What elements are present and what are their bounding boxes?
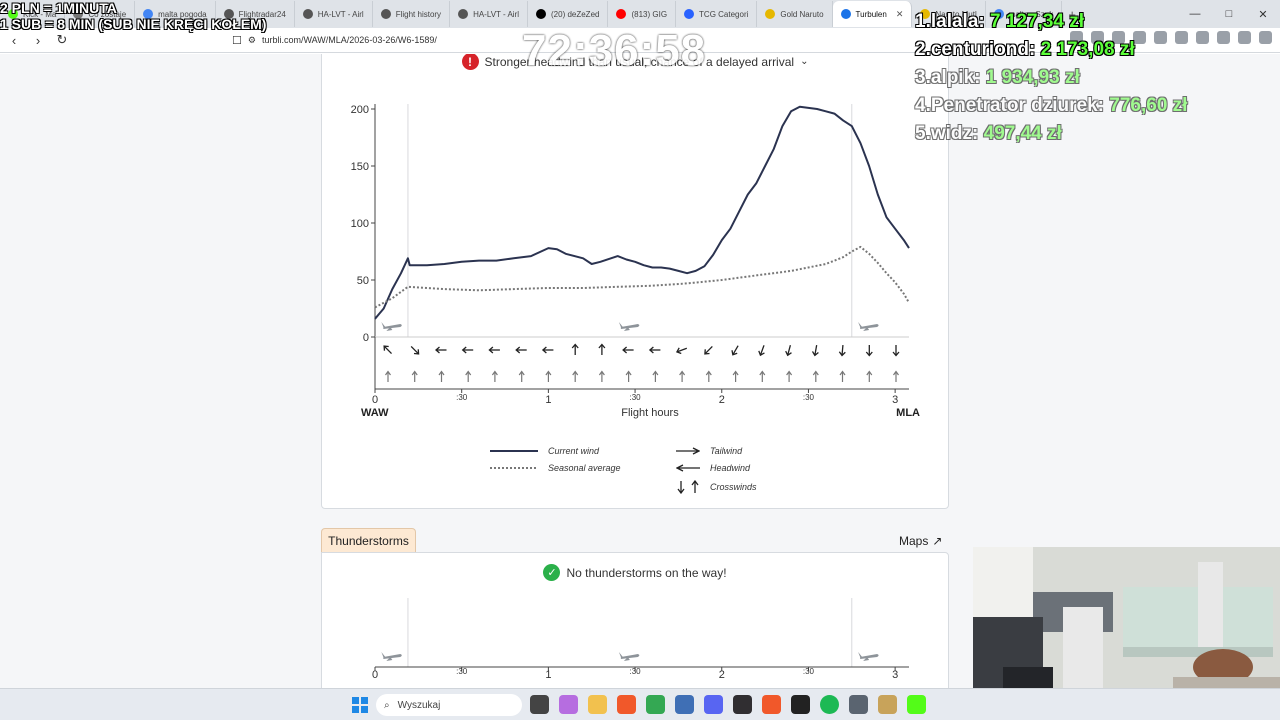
brave-icon[interactable] — [617, 695, 636, 714]
storm-x-tick-label: 0 — [372, 669, 378, 681]
leaderboard-amount: 776,60 zł — [1109, 95, 1188, 116]
menu-icon[interactable] — [1259, 31, 1272, 44]
plane-body — [620, 654, 640, 659]
storm-x-tick-label: 2 — [719, 669, 725, 681]
extension-icon[interactable] — [1238, 31, 1251, 44]
chrome-icon[interactable] — [646, 695, 665, 714]
taskbar-apps — [530, 695, 926, 714]
taskbar: ⌕ Wyszukaj — [0, 688, 1280, 720]
browser-tab[interactable]: HA-LVT - Airl — [295, 1, 373, 27]
tab-close-icon[interactable]: ✕ — [896, 9, 904, 20]
subathon-timer: 72:36:58 — [522, 26, 707, 75]
browser-tab-label: HA-LVT - Airl — [473, 9, 519, 19]
browser-tab[interactable]: HA-LVT - Airl — [450, 1, 528, 27]
browser-tab-label: HA-LVT - Airl — [317, 9, 364, 19]
browser-tab[interactable]: (813) GIG — [608, 1, 677, 27]
overlay-line-1: 2 PLN = 1MINUTA — [0, 0, 117, 16]
leaderboard-name: 2.centuriond: — [915, 39, 1041, 60]
donation-leaderboard: 1.lalala: 7 127,34 zł 2.centuriond: 2 173… — [915, 8, 1187, 148]
leaderboard-row: 5.widz: 497,44 zł — [915, 120, 1187, 148]
browser-tab-label: (813) GIG — [631, 9, 668, 19]
leaderboard-amount: 2 173,08 zł — [1040, 39, 1135, 60]
browser-tab-label: TCG Categori — [699, 9, 749, 19]
storm-x-tick-label: :30 — [803, 667, 815, 676]
browser-tab[interactable]: Turbulen ✕ — [832, 1, 913, 27]
browser-tab[interactable]: (20) deZeZed — [528, 1, 609, 27]
extension-icon[interactable] — [1217, 31, 1230, 44]
leaderboard-name: 1.lalala: — [915, 11, 990, 32]
browser-tab-label: (20) deZeZed — [551, 9, 600, 19]
tab-favicon-icon — [765, 9, 776, 19]
window-controls: — □ ✕ — [1178, 0, 1280, 28]
storm-x-tick-label: :30 — [630, 667, 642, 676]
leaderboard-amount: 497,44 zł — [983, 123, 1062, 144]
discord-icon[interactable] — [704, 695, 723, 714]
obs-icon[interactable] — [733, 695, 752, 714]
leaderboard-amount: 7 127,34 zł — [990, 11, 1085, 32]
taskbar-search-placeholder: Wyszukaj — [397, 699, 441, 711]
leaderboard-name: 3.alpik: — [915, 67, 986, 88]
bookmark-icon[interactable]: ☐ — [232, 34, 242, 47]
plane-body — [860, 654, 879, 659]
forward-icon[interactable]: › — [28, 30, 48, 50]
plane-body — [383, 654, 402, 659]
storm-x-tick-label: :30 — [456, 667, 468, 676]
arrival-plane-icon — [858, 652, 879, 661]
windows-start-icon[interactable] — [352, 697, 368, 713]
spotify-icon[interactable] — [820, 695, 839, 714]
leaderboard-row: 2.centuriond: 2 173,08 zł — [915, 36, 1187, 64]
taskbar-search[interactable]: ⌕ Wyszukaj — [376, 694, 522, 716]
tab-favicon-icon — [536, 9, 546, 19]
tab-favicon-icon — [302, 9, 313, 19]
calculator-icon[interactable] — [849, 695, 868, 714]
tab-favicon-icon — [840, 9, 851, 19]
site-info-icon[interactable]: ⚙ — [248, 35, 256, 46]
app-icon[interactable] — [878, 695, 897, 714]
storm-x-tick-label: 1 — [545, 669, 551, 681]
reload-icon[interactable]: ↻ — [52, 30, 72, 50]
copilot-icon[interactable] — [559, 695, 578, 714]
leaderboard-row: 3.alpik: 1 934,93 zł — [915, 64, 1187, 92]
maximize-icon[interactable]: □ — [1212, 0, 1246, 28]
tab-favicon-icon — [458, 9, 469, 19]
tab-favicon-icon — [380, 9, 391, 19]
brave-icon[interactable] — [762, 695, 781, 714]
browser-tab-label: Flight history — [395, 9, 442, 19]
browser-tab-label: Gold Naruto — [780, 9, 824, 19]
leaderboard-row: 1.lalala: 7 127,34 zł — [915, 8, 1187, 36]
browser-tab-label: Turbulen — [855, 9, 887, 19]
leaderboard-name: 5.widz: — [915, 123, 984, 144]
extension-icon[interactable] — [1196, 31, 1209, 44]
leaderboard-row: 4.Penetrator dziurek: 776,60 zł — [915, 92, 1187, 120]
stream-overlay-text: 2 PLN = 1MINUTA 1 SUB = 8 MIN (SUB NIE K… — [0, 0, 266, 32]
url-text: turbli.com/WAW/MLA/2026-03-26/W6-1589/ — [261, 35, 437, 45]
departure-plane-icon — [381, 652, 402, 661]
plane-tail — [618, 652, 623, 657]
storm-x-tick-label: 3 — [892, 669, 898, 681]
tab-favicon-icon — [684, 9, 695, 19]
task-view-icon[interactable] — [530, 695, 549, 714]
cruise-plane-icon — [618, 652, 640, 661]
tab-favicon-icon — [616, 9, 627, 19]
overlay-line-2: 1 SUB = 8 MIN (SUB NIE KRĘCI KOŁEM) — [0, 16, 267, 32]
browser-tab[interactable]: Gold Naruto — [757, 1, 833, 27]
plane-tail — [381, 652, 386, 657]
url-field[interactable]: ☐ ⚙ turbli.com/WAW/MLA/2026-03-26/W6-158… — [232, 31, 437, 50]
browser-tab[interactable]: TCG Categori — [676, 1, 758, 27]
leaderboard-name: 4.Penetrator dziurek: — [915, 95, 1110, 116]
browser-tab[interactable]: Flight history — [373, 1, 451, 27]
muza-icon[interactable] — [791, 695, 810, 714]
search-icon: ⌕ — [384, 699, 390, 711]
file-explorer-icon[interactable] — [588, 695, 607, 714]
close-window-icon[interactable]: ✕ — [1246, 0, 1280, 28]
kick-icon[interactable] — [907, 695, 926, 714]
back-icon[interactable]: ‹ — [4, 30, 24, 50]
leaderboard-amount: 1 934,93 zł — [985, 67, 1080, 88]
app-icon[interactable] — [675, 695, 694, 714]
plane-tail — [858, 652, 863, 657]
